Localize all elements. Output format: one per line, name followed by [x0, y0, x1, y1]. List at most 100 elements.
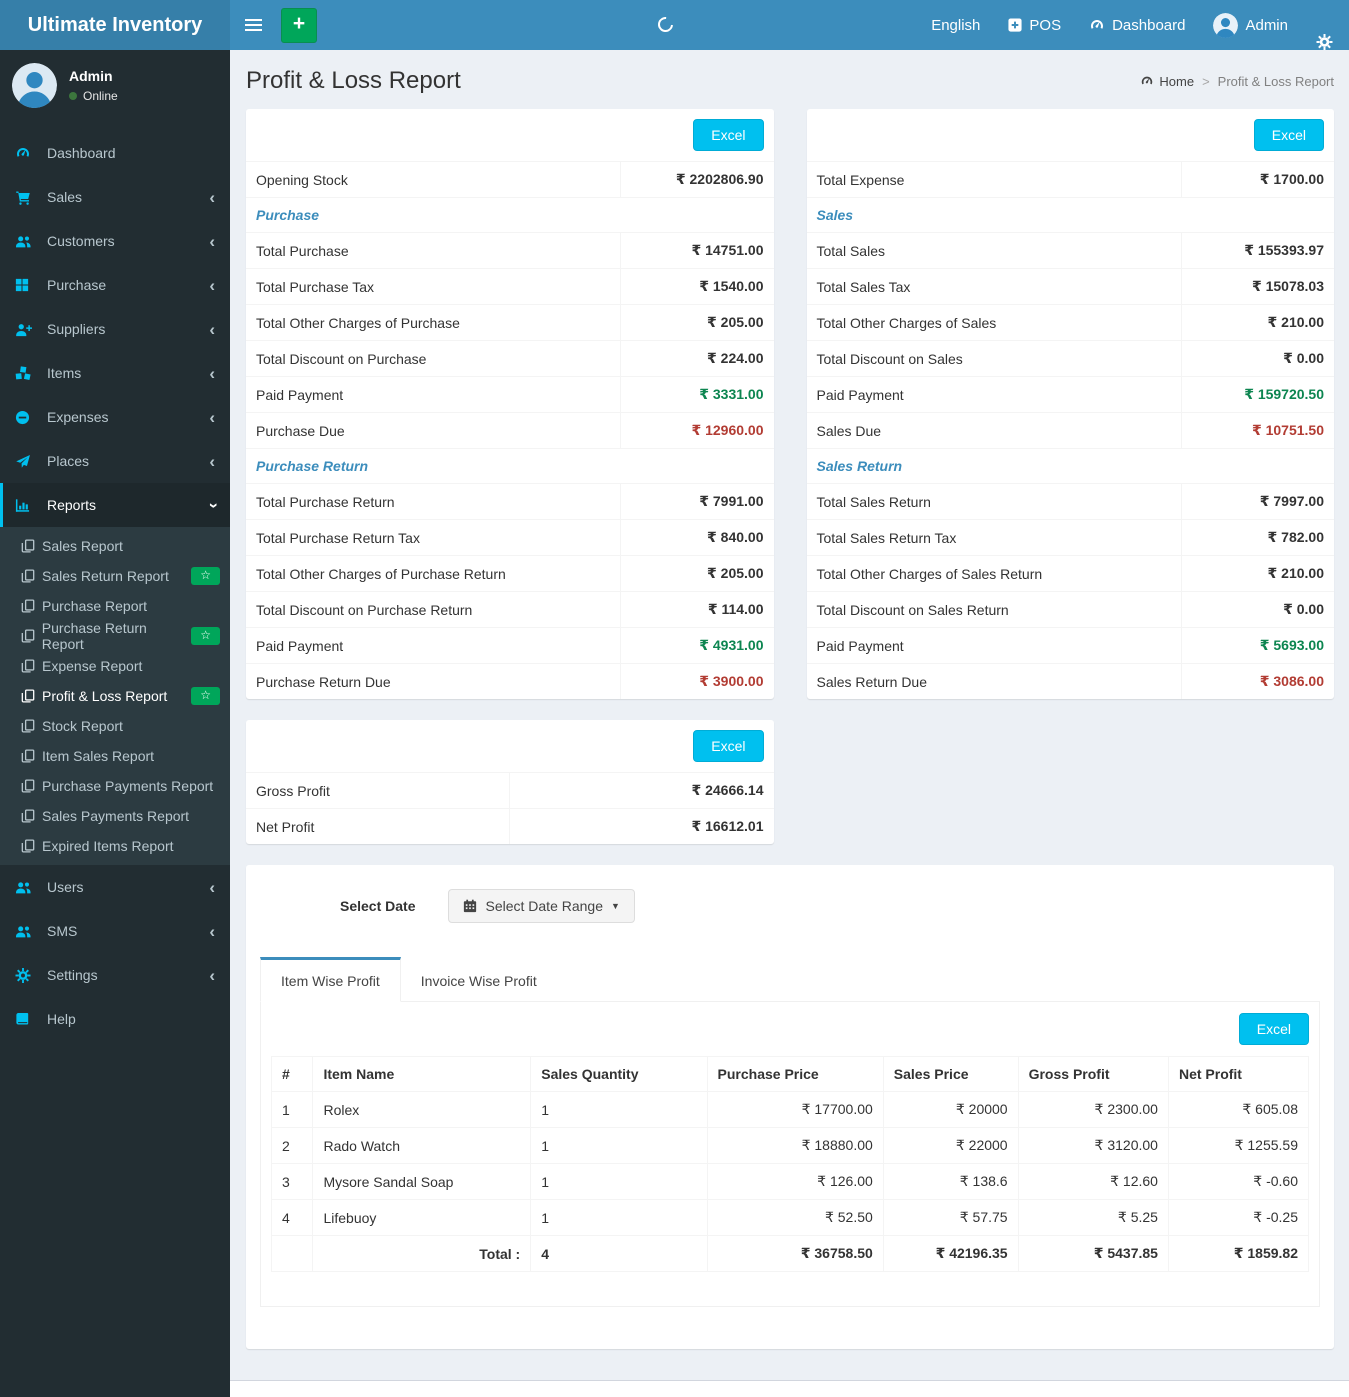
excel-export-button[interactable]: Excel	[1238, 1013, 1309, 1045]
sidebar-item-sms[interactable]: SMS ‹	[0, 909, 230, 953]
copy-icon	[21, 779, 42, 793]
excel-export-button[interactable]: Excel	[693, 119, 764, 151]
sidebar-item-suppliers[interactable]: Suppliers ‹	[0, 307, 230, 351]
sidebar-user-name: Admin	[69, 68, 113, 84]
star-badge: ☆	[191, 566, 220, 586]
total-net-profit: ₹ 1859.82	[1167, 1235, 1310, 1272]
sidebar-item-settings[interactable]: Settings ‹	[0, 953, 230, 997]
date-filter-row: Select Date Select Date Range ▼	[260, 873, 1320, 929]
copy-icon	[21, 689, 42, 703]
itemwise-profit-panel: Select Date Select Date Range ▼ Item Wis…	[246, 865, 1334, 1349]
pl-row: Gross Profit ₹ 24666.14	[246, 772, 774, 809]
copy-icon	[21, 599, 42, 613]
sidebar-item-purchase[interactable]: Purchase ‹	[0, 263, 230, 307]
settings-menu[interactable]	[1316, 0, 1333, 50]
sidebar-item-purchase-return-report[interactable]: Purchase Return Report ☆	[0, 620, 230, 652]
table-row: 4 Lifebuoy 1 ₹ 52.50 ₹ 57.75 ₹ 5.25 ₹ -0…	[270, 1199, 1310, 1236]
chevron-left-icon: ‹	[209, 275, 215, 295]
pl-row: Total Other Charges of Purchase Return ₹…	[246, 555, 774, 592]
sidebar-item-places[interactable]: Places ‹	[0, 439, 230, 483]
sidebar-item-purchase-payments-report[interactable]: Purchase Payments Report ☆	[0, 771, 230, 801]
users-icon	[15, 880, 37, 895]
date-range-button[interactable]: Select Date Range ▼	[448, 889, 635, 923]
sidebar-toggle-button[interactable]	[230, 0, 277, 50]
pl-row: Purchase Return Due ₹ 3900.00	[246, 663, 774, 699]
pl-row: Opening Stock ₹ 2202806.90	[246, 161, 774, 198]
gauge-icon	[1089, 17, 1105, 33]
user-menu[interactable]: Admin	[1213, 0, 1288, 50]
navbar: + English POS Dashboard Admin	[230, 0, 1349, 50]
chevron-left-icon: ‹	[209, 187, 215, 207]
pl-row: Total Other Charges of Sales Return ₹ 21…	[806, 555, 1334, 592]
chevron-left-icon: ‹	[209, 363, 215, 383]
quick-add-button[interactable]: +	[281, 7, 317, 43]
sidebar-item-dashboard[interactable]: Dashboard ‹	[0, 131, 230, 175]
excel-export-button[interactable]: Excel	[693, 730, 764, 762]
excel-export-button[interactable]: Excel	[1253, 119, 1324, 151]
sidebar-item-profit-loss-report[interactable]: Profit & Loss Report ☆	[0, 681, 230, 711]
app-window: Ultimate Inventory + English POS Dashboa…	[0, 0, 1349, 1397]
page-footer: Copyright © 2019 All rights reserved. Ul…	[230, 1380, 1349, 1397]
item-table-header-row: # Item Name Sales Quantity Purchase Pric…	[270, 1056, 1310, 1092]
plus-icon: +	[292, 12, 306, 35]
total-quantity: 4	[530, 1235, 708, 1272]
sidebar-item-users[interactable]: Users ‹	[0, 865, 230, 909]
pl-row: Total Other Charges of Sales ₹ 210.00	[806, 304, 1334, 341]
total-gross-profit: ₹ 5437.85	[1017, 1235, 1169, 1272]
sidebar-item-expense-report[interactable]: Expense Report ☆	[0, 651, 230, 681]
pl-row: Paid Payment ₹ 3331.00	[246, 376, 774, 413]
profit-tabs: Item Wise Profit Invoice Wise Profit	[260, 957, 1320, 1002]
pl-row: Sales Due ₹ 10751.50	[806, 412, 1334, 449]
dashboard-link[interactable]: Dashboard	[1089, 0, 1185, 50]
sidebar-item-help[interactable]: Help ‹	[0, 997, 230, 1041]
pl-row: Paid Payment ₹ 5693.00	[806, 627, 1334, 664]
gauge-icon	[1140, 74, 1154, 88]
pos-link[interactable]: POS	[1008, 0, 1061, 50]
copy-icon	[21, 569, 42, 583]
sidebar-user-panel: Admin Online	[0, 50, 230, 121]
top-navbar: Ultimate Inventory + English POS Dashboa…	[0, 0, 1349, 50]
tab-item-wise-profit[interactable]: Item Wise Profit	[260, 957, 401, 1002]
cogs-icon	[15, 967, 37, 983]
pl-row: Total Sales Return ₹ 7997.00	[806, 483, 1334, 520]
chevron-left-icon: ‹	[209, 231, 215, 251]
pl-section-row: Sales	[806, 197, 1334, 233]
sidebar-item-customers[interactable]: Customers ‹	[0, 219, 230, 263]
sidebar-item-sales-return-report[interactable]: Sales Return Report ☆	[0, 561, 230, 591]
item-table-total-row: Total : 4 ₹ 36758.50 ₹ 42196.35 ₹ 5437.8…	[270, 1235, 1310, 1272]
tab-invoice-wise-profit[interactable]: Invoice Wise Profit	[401, 957, 557, 1002]
sidebar-item-stock-report[interactable]: Stock Report ☆	[0, 711, 230, 741]
copy-icon	[21, 659, 42, 673]
pl-row: Sales Return Due ₹ 3086.00	[806, 663, 1334, 699]
breadcrumb: Home > Profit & Loss Report	[1140, 74, 1334, 89]
sidebar-item-item-sales-report[interactable]: Item Sales Report ☆	[0, 741, 230, 771]
sidebar-item-expenses[interactable]: Expenses ‹	[0, 395, 230, 439]
pl-row: Total Discount on Purchase ₹ 224.00	[246, 340, 774, 377]
pl-row: Paid Payment ₹ 4931.00	[246, 627, 774, 664]
pl-row: Purchase Due ₹ 12960.00	[246, 412, 774, 449]
chevron-left-icon: ‹	[209, 407, 215, 427]
total-sales-price: ₹ 42196.35	[882, 1235, 1019, 1272]
breadcrumb-home-link[interactable]: Home	[1140, 74, 1194, 89]
pl-section-row: Sales Return	[806, 448, 1334, 484]
sidebar-item-items[interactable]: Items ‹	[0, 351, 230, 395]
sidebar-item-sales[interactable]: Sales ‹	[0, 175, 230, 219]
sidebar-item-reports[interactable]: Reports ‹	[0, 483, 230, 527]
star-badge: ☆	[191, 686, 220, 706]
language-menu[interactable]: English	[931, 0, 980, 50]
pl-row: Total Sales ₹ 155393.97	[806, 232, 1334, 269]
copy-icon	[21, 749, 42, 763]
user-plus-icon	[15, 322, 37, 337]
sidebar-item-sales-payments-report[interactable]: Sales Payments Report ☆	[0, 801, 230, 831]
sales-summary-table: Total Expense ₹ 1700.00 Sales Total Sale…	[806, 161, 1334, 699]
pl-row: Total Discount on Purchase Return ₹ 114.…	[246, 591, 774, 628]
reports-submenu: Sales Report ☆ Sales Return Report ☆ Pur…	[0, 527, 230, 865]
breadcrumb-current: Profit & Loss Report	[1217, 73, 1334, 89]
user-avatar-icon	[12, 63, 57, 108]
sidebar-item-purchase-report[interactable]: Purchase Report ☆	[0, 591, 230, 621]
sales-summary-panel: Excel Total Expense ₹ 1700.00 Sales Tota…	[806, 109, 1334, 699]
sidebar-item-expired-items-report[interactable]: Expired Items Report ☆	[0, 831, 230, 861]
navbar-right: English POS Dashboard Admin	[931, 0, 1349, 50]
page-title: Profit & Loss Report	[246, 67, 461, 94]
sidebar-item-sales-report[interactable]: Sales Report ☆	[0, 531, 230, 561]
